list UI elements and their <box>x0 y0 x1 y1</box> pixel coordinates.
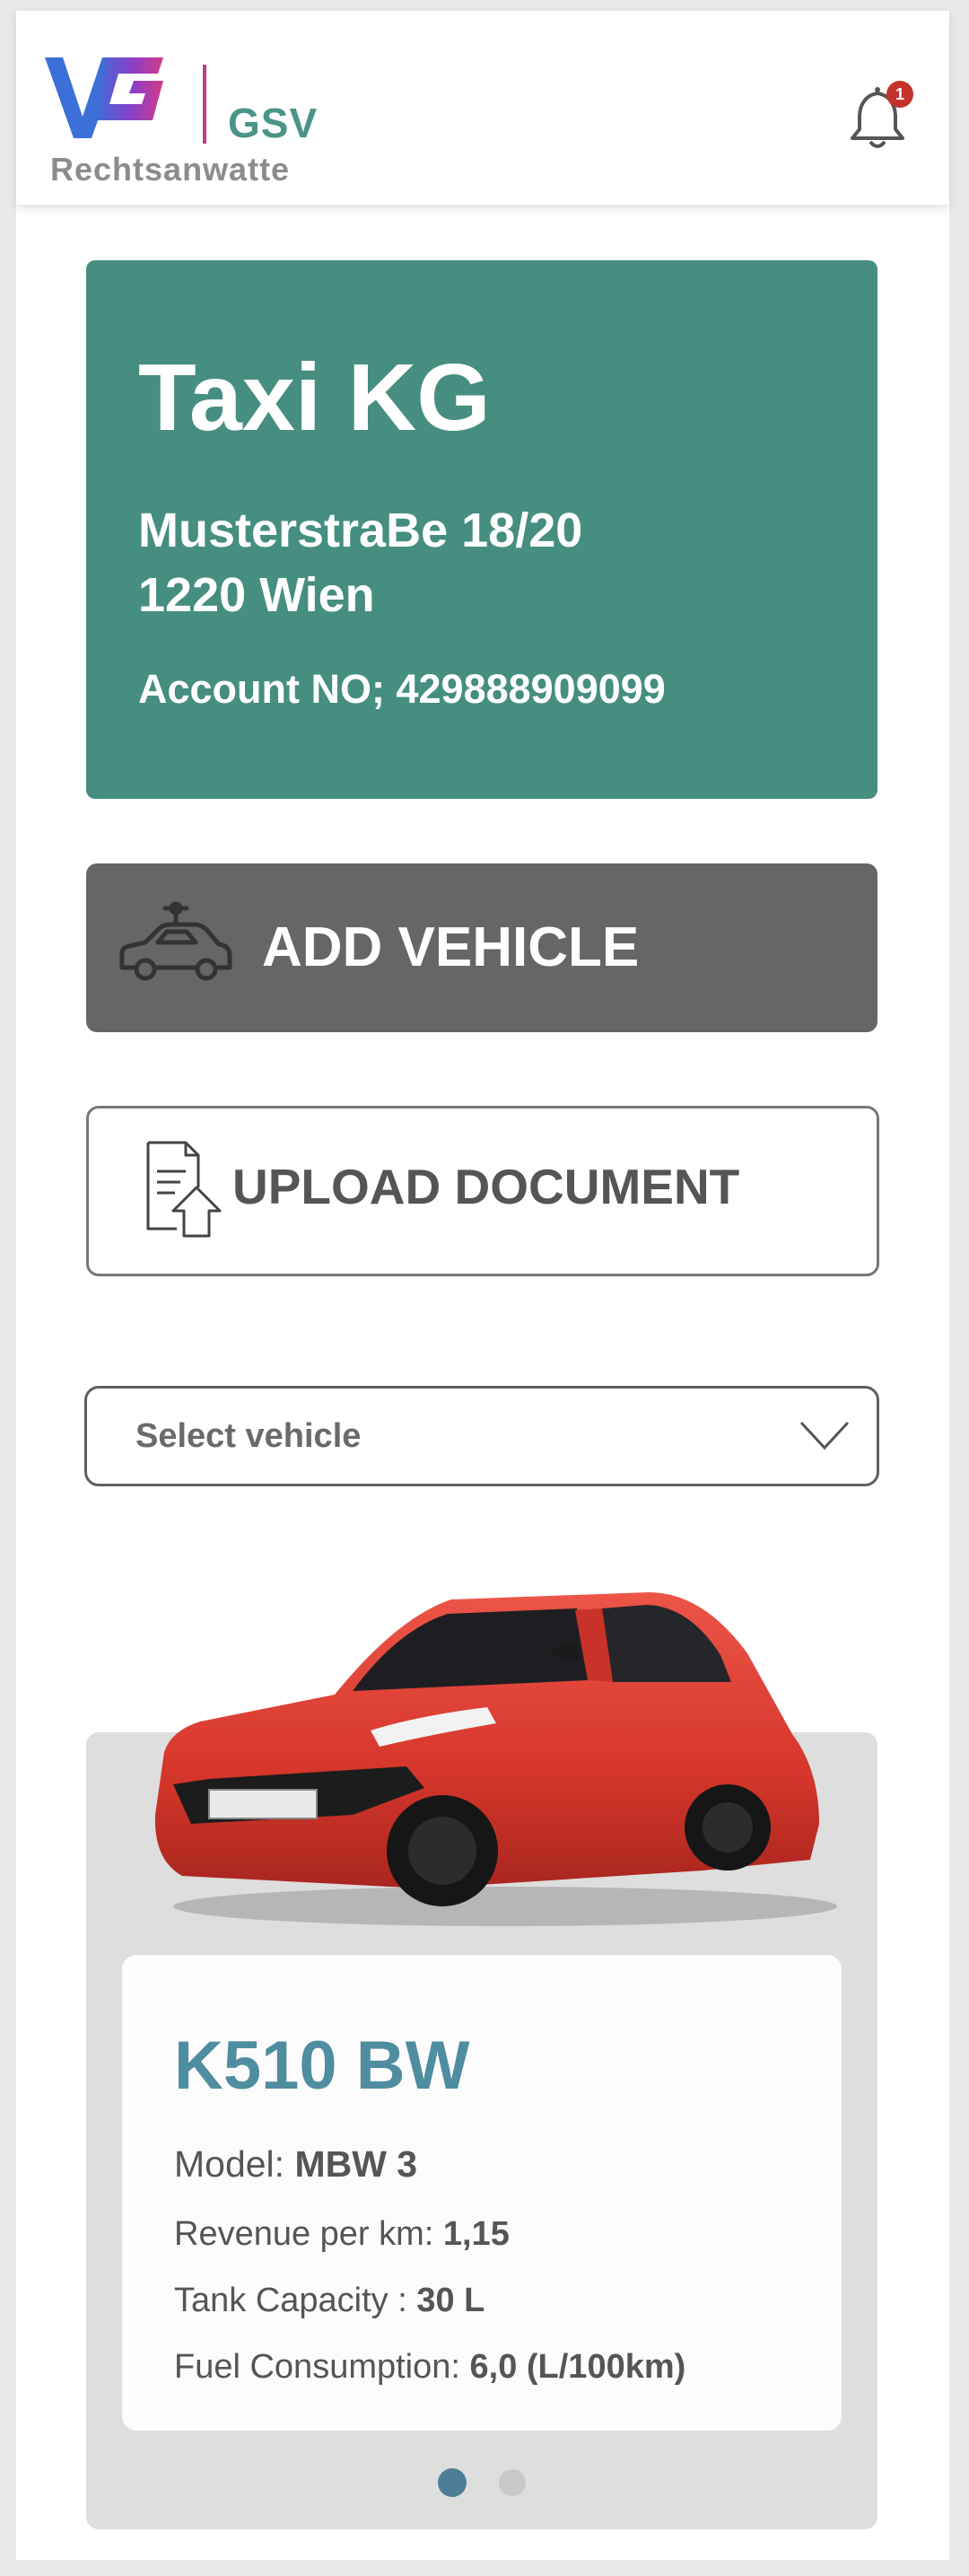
vg-logo-icon <box>45 57 163 138</box>
brand-logo[interactable]: GSV Rechtsanwatte <box>43 54 330 188</box>
vehicle-info-card[interactable]: K510 BW Model: MBW 3 Revenue per km: 1,1… <box>122 1955 842 2431</box>
brand-name: GSV <box>228 100 319 146</box>
company-name: Taxi KG <box>138 345 491 451</box>
vehicle-tank-row: Tank Capacity : 30 L <box>174 2282 484 2320</box>
carousel-dot[interactable] <box>499 2469 526 2496</box>
vehicle-model-row: Model: MBW 3 <box>174 2143 417 2186</box>
vehicle-model-label: Model: <box>174 2143 295 2185</box>
vehicle-plate: K510 BW <box>174 2028 470 2104</box>
logo-divider <box>203 65 206 144</box>
document-upload-icon <box>146 1141 222 1238</box>
vehicle-fuel-label: Fuel Consumption: <box>174 2348 470 2386</box>
vehicle-fuel-row: Fuel Consumption: 6,0 (L/100km) <box>174 2348 685 2387</box>
vehicle-revenue-label: Revenue per km: <box>174 2215 443 2253</box>
car-add-icon <box>119 901 232 981</box>
upload-document-label: UPLOAD DOCUMENT <box>232 1159 740 1214</box>
vehicle-select-placeholder: Select vehicle <box>135 1417 362 1455</box>
vehicle-revenue-row: Revenue per km: 1,15 <box>174 2215 510 2254</box>
chevron-down-icon <box>799 1421 850 1450</box>
app-header: GSV Rechtsanwatte 1 <box>16 11 949 205</box>
vehicle-fuel-value: 6,0 (L/100km) <box>469 2348 686 2386</box>
upload-document-button[interactable]: UPLOAD DOCUMENT <box>86 1106 879 1276</box>
vehicle-select[interactable]: Select vehicle <box>84 1386 879 1486</box>
account-number: Account NO; 429888909099 <box>138 666 666 712</box>
add-vehicle-label: ADD VEHICLE <box>262 916 640 978</box>
vehicle-revenue-value: 1,15 <box>442 2215 510 2253</box>
notification-count-badge: 1 <box>886 81 913 108</box>
carousel-dot-active[interactable] <box>438 2468 467 2497</box>
address-street: MusterstraBe 18/20 <box>138 504 583 557</box>
address-city: 1220 Wien <box>138 568 375 622</box>
brand-subtitle: Rechtsanwatte <box>50 151 291 188</box>
red-car-image <box>154 1592 837 1926</box>
vehicle-tank-label: Tank Capacity : <box>174 2282 417 2319</box>
add-vehicle-button[interactable]: ADD VEHICLE <box>86 863 877 1032</box>
account-card: Taxi KG MusterstraBe 18/20 1220 Wien Acc… <box>86 260 877 799</box>
vehicle-tank-value: 30 L <box>416 2282 485 2319</box>
app-screen: GSV Rechtsanwatte 1 Taxi KG MusterstraBe… <box>16 11 949 2560</box>
vehicle-model-value: MBW 3 <box>294 2143 418 2185</box>
